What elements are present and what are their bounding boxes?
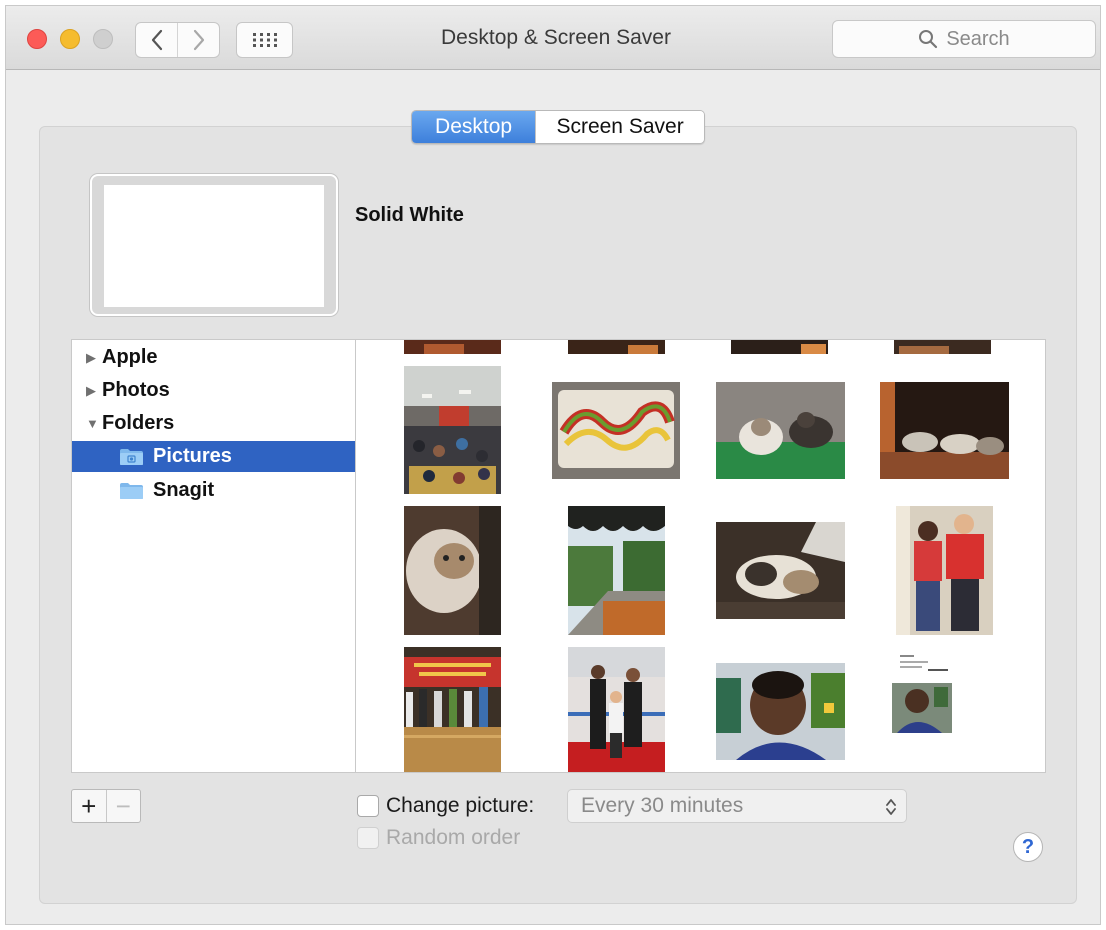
disclosure-triangle-icon[interactable]: ▶ [86, 350, 102, 366]
change-picture-checkbox[interactable] [357, 795, 379, 817]
close-window-button[interactable] [27, 29, 47, 49]
disclosure-triangle-icon[interactable]: ▼ [86, 416, 102, 431]
back-button[interactable] [136, 23, 177, 57]
preferences-window: Desktop & Screen Saver Search Desktop Sc… [5, 5, 1101, 925]
sidebar-item-snagit[interactable]: Snagit [72, 475, 355, 506]
sidebar-item-folders[interactable]: ▼ Folders [72, 408, 355, 439]
photo-thumbnail[interactable] [894, 340, 991, 354]
photo-thumbnail[interactable] [892, 647, 952, 737]
tab-control: Desktop Screen Saver [411, 110, 705, 144]
random-order-checkbox[interactable] [357, 827, 379, 849]
photo-thumbnail[interactable] [568, 340, 665, 354]
disclosure-triangle-icon[interactable]: ▶ [86, 383, 102, 399]
photo-thumbnail[interactable] [404, 340, 501, 354]
wallpaper-preview [90, 174, 338, 316]
window-title: Desktop & Screen Saver [441, 26, 671, 49]
forward-button[interactable] [177, 23, 219, 57]
minimize-window-button[interactable] [60, 29, 80, 49]
photo-thumbnail[interactable] [896, 506, 993, 635]
photo-thumbnail[interactable] [404, 506, 501, 635]
add-folder-button[interactable]: + [72, 790, 106, 822]
sidebar-item-apple[interactable]: ▶ Apple [72, 342, 355, 373]
photo-thumbnail[interactable] [404, 366, 501, 494]
photo-thumbnail[interactable] [716, 382, 845, 479]
wallpaper-grid [356, 339, 1046, 773]
add-remove-control: + − [71, 789, 141, 823]
show-all-button[interactable] [236, 22, 293, 58]
photo-thumbnail[interactable] [404, 647, 501, 773]
photo-thumbnail[interactable] [568, 647, 665, 773]
help-button[interactable]: ? [1013, 832, 1043, 862]
interval-value: Every 30 minutes [581, 794, 744, 817]
navigation-buttons [135, 22, 220, 58]
change-picture-label: Change picture: [386, 794, 535, 817]
photo-thumbnail[interactable] [880, 382, 1009, 479]
source-list: ▶ Apple ▶ Photos ▼ Folders Pictures Snag… [71, 339, 356, 773]
magnifier-icon [919, 30, 938, 49]
title-bar: Desktop & Screen Saver Search [6, 6, 1100, 70]
tab-desktop[interactable]: Desktop [412, 111, 536, 143]
photo-thumbnail[interactable] [716, 522, 845, 619]
chevron-left-icon [151, 29, 162, 51]
folder-icon [120, 482, 143, 499]
zoom-window-button[interactable] [93, 29, 113, 49]
photo-thumbnail[interactable] [731, 340, 828, 354]
chevron-right-icon [193, 29, 204, 51]
wallpaper-name: Solid White [355, 204, 464, 226]
sidebar-item-photos[interactable]: ▶ Photos [72, 375, 355, 406]
folder-icon [120, 448, 143, 465]
sidebar-item-label: Snagit [153, 479, 215, 501]
search-placeholder: Search [946, 27, 1010, 50]
search-field[interactable]: Search [832, 20, 1096, 58]
sidebar-item-label: Apple [102, 346, 158, 368]
photo-thumbnail[interactable] [552, 382, 680, 479]
up-down-chevron-icon [886, 799, 896, 815]
sidebar-item-label: Photos [102, 379, 170, 401]
tab-screen-saver[interactable]: Screen Saver [535, 111, 704, 143]
random-order-label: Random order [386, 826, 521, 849]
sidebar-item-label: Folders [102, 412, 175, 434]
photo-thumbnail[interactable] [568, 506, 665, 635]
sidebar-item-label: Pictures [153, 445, 232, 467]
remove-folder-button[interactable]: − [105, 790, 141, 822]
sidebar-item-pictures[interactable]: Pictures [72, 441, 355, 472]
photo-thumbnail[interactable] [716, 663, 845, 760]
change-interval-select[interactable]: Every 30 minutes [567, 789, 907, 823]
wallpaper-preview-image [104, 185, 324, 307]
grid-icon [252, 33, 277, 47]
